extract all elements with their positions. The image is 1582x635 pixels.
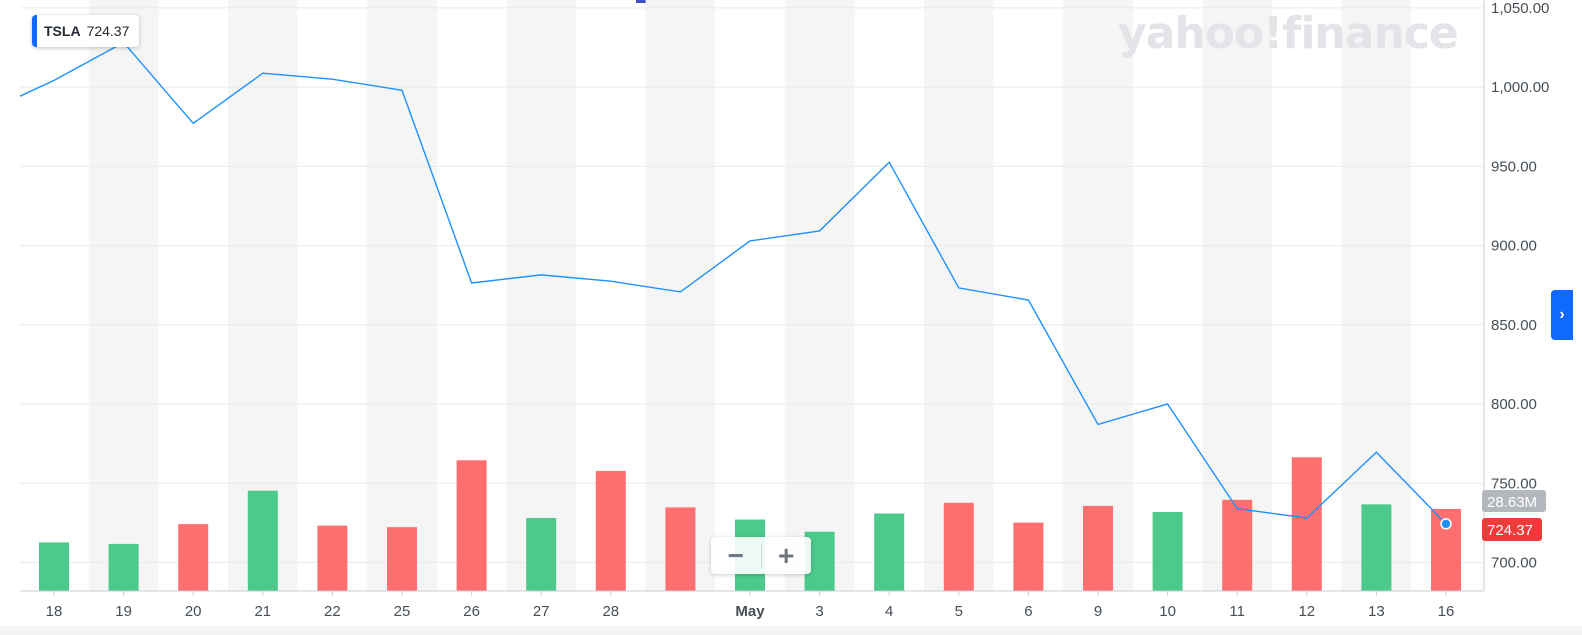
last-price-label: 724.37 xyxy=(1487,522,1533,539)
x-tick-label: 13 xyxy=(1368,603,1385,620)
day-band xyxy=(1341,0,1412,591)
panel-toggle-chevron-icon[interactable]: › xyxy=(1551,290,1573,340)
volume-bar xyxy=(1361,504,1392,591)
x-tick-label: 3 xyxy=(815,603,823,620)
y-tick-label: 1,000.00 xyxy=(1491,79,1549,96)
zoom-out-button[interactable]: − xyxy=(711,537,761,574)
volume-bar xyxy=(874,513,905,591)
day-band xyxy=(924,0,994,591)
zoom-in-button[interactable]: + xyxy=(761,537,811,574)
volume-bar xyxy=(1291,457,1322,591)
volume-bar xyxy=(456,460,487,591)
volume-bar xyxy=(1013,522,1044,591)
x-tick-label: 28 xyxy=(602,603,619,620)
ticker-symbol: TSLA xyxy=(44,23,81,39)
x-tick-label: 12 xyxy=(1298,603,1315,620)
volume-bar xyxy=(1222,499,1253,591)
x-tick-label: 9 xyxy=(1094,603,1102,620)
x-tick-label: 11 xyxy=(1229,603,1245,620)
day-band xyxy=(784,0,855,591)
x-tick-label: 4 xyxy=(885,603,893,620)
volume-bar xyxy=(595,470,626,591)
day-band xyxy=(506,0,576,591)
y-tick-label: 750.00 xyxy=(1491,475,1537,492)
volume-bar xyxy=(247,490,278,591)
y-tick-label: 950.00 xyxy=(1491,158,1537,175)
ticker-price: 724.37 xyxy=(86,23,130,39)
y-tick-label: 850.00 xyxy=(1491,317,1537,334)
y-tick-label: 1,050.00 xyxy=(1491,0,1549,17)
volume-bar xyxy=(108,543,139,591)
volume-bar xyxy=(39,542,69,591)
x-tick-label: 10 xyxy=(1159,603,1176,620)
x-axis: 18 19 20 21 22 25 26 27 28 May 3 4 5 6 9 10 11 12 13 16 xyxy=(20,590,1484,620)
volume-bar xyxy=(387,527,417,591)
volume-bar xyxy=(943,502,974,591)
y-axis: 1,050.00 1,000.00 950.00 900.00 850.00 800.00… xyxy=(1482,0,1549,591)
day-band xyxy=(367,0,437,591)
volume-bar xyxy=(665,507,696,591)
x-tick-label: May xyxy=(735,603,765,620)
x-tick-label: 21 xyxy=(254,603,271,620)
x-tick-label: 25 xyxy=(394,603,411,620)
volume-bar xyxy=(1083,505,1113,591)
last-price-dot xyxy=(1440,518,1452,530)
x-tick-label: 20 xyxy=(185,603,202,620)
x-tick-label: 22 xyxy=(324,603,341,620)
day-bands xyxy=(88,0,1412,591)
x-tick-label: 27 xyxy=(533,603,550,620)
x-tick-label: 6 xyxy=(1024,603,1032,620)
volume-bar xyxy=(178,524,209,591)
day-band xyxy=(1063,0,1133,591)
x-tick-label: 26 xyxy=(463,603,480,620)
day-band xyxy=(645,0,716,591)
zoom-control: − + xyxy=(711,537,811,574)
x-tick-label: 16 xyxy=(1438,603,1455,620)
volume-bar xyxy=(1152,511,1183,591)
yahoo-finance-watermark: yahoo!finance xyxy=(1118,8,1459,59)
ticker-badge[interactable]: TSLA 724.37 xyxy=(32,15,140,47)
x-tick-label: 5 xyxy=(955,603,963,620)
volume-badge-label: 28.63M xyxy=(1487,494,1537,511)
y-tick-label: 700.00 xyxy=(1491,554,1537,571)
day-band xyxy=(88,0,159,591)
volume-bar xyxy=(317,525,348,591)
y-tick-label: 800.00 xyxy=(1491,396,1537,413)
bottom-strip xyxy=(0,626,1582,635)
y-tick-label: 900.00 xyxy=(1491,238,1537,255)
volume-bar xyxy=(526,518,557,591)
x-tick-label: 18 xyxy=(46,603,63,620)
x-tick-label: 19 xyxy=(115,603,132,620)
